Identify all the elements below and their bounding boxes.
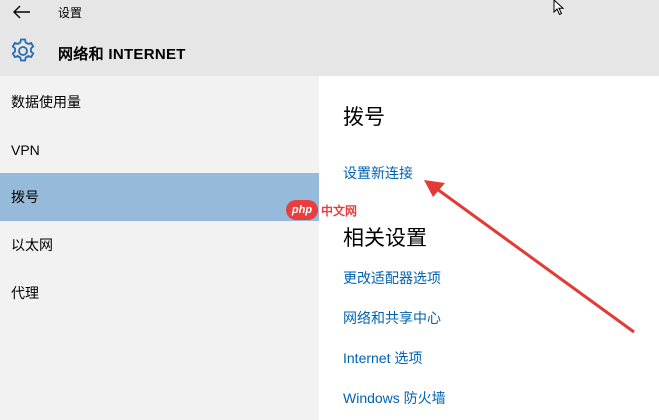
section-title: 网络和 INTERNET <box>58 46 186 63</box>
section-header: 网络和 INTERNET <box>0 24 659 76</box>
setup-new-connection-link[interactable]: 设置新连接 <box>343 163 413 183</box>
change-adapter-options-link[interactable]: 更改适配器选项 <box>343 268 441 288</box>
sidebar-item-data-usage[interactable]: 数据使用量 <box>0 78 319 126</box>
window-title: 设置 <box>58 6 83 20</box>
page-heading: 拨号 <box>343 106 385 129</box>
title-bar: 设置 <box>0 0 659 24</box>
related-settings-heading: 相关设置 <box>343 227 427 250</box>
main-panel: 拨号 设置新连接 相关设置 更改适配器选项 网络和共享中心 Internet 选… <box>319 76 659 420</box>
watermark-text: 中文网 <box>321 204 358 218</box>
gear-icon <box>11 38 35 62</box>
network-sharing-center-link[interactable]: 网络和共享中心 <box>343 308 441 328</box>
header: 设置 网络和 INTERNET <box>0 0 659 76</box>
sidebar-item-ethernet[interactable]: 以太网 <box>0 221 319 269</box>
mouse-cursor-icon <box>553 0 565 16</box>
back-arrow-icon[interactable] <box>12 3 32 21</box>
sidebar: 数据使用量 VPN 拨号 以太网 代理 <box>0 76 319 420</box>
sidebar-item-dialup[interactable]: 拨号 <box>0 173 319 221</box>
sidebar-item-vpn[interactable]: VPN <box>0 126 319 174</box>
windows-firewall-link[interactable]: Windows 防火墙 <box>343 388 446 408</box>
watermark-badge: php <box>286 200 318 220</box>
sidebar-item-proxy[interactable]: 代理 <box>0 269 319 317</box>
internet-options-link[interactable]: Internet 选项 <box>343 348 422 368</box>
